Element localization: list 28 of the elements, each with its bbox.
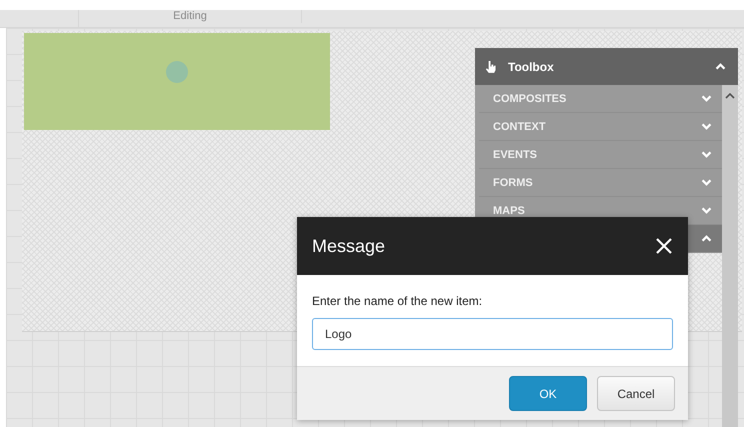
circle-icon <box>166 60 188 82</box>
cancel-button[interactable]: Cancel <box>597 376 675 411</box>
toolbox-header[interactable]: Toolbox <box>475 48 738 85</box>
toolbox-section[interactable]: FORMS <box>479 169 722 197</box>
collapse-icon[interactable] <box>701 235 712 242</box>
toolbox-section[interactable]: EVENTS <box>479 141 722 169</box>
section-label: CONTEXT <box>493 120 546 132</box>
prompt-text: Enter the name of the new item: <box>312 294 484 308</box>
expand-icon[interactable] <box>701 179 712 186</box>
ok-button[interactable]: OK <box>509 376 587 411</box>
toolbox-section[interactable]: COMPOSITES <box>479 85 722 113</box>
toolbox-section[interactable]: CONTEXT <box>479 113 722 141</box>
scroll-up-icon[interactable] <box>725 93 735 99</box>
section-label: EVENTS <box>493 148 538 160</box>
section-label: FORMS <box>493 176 533 188</box>
expand-icon[interactable] <box>701 207 712 214</box>
input-field[interactable]: Logo <box>312 318 673 350</box>
dialog-title: Message <box>312 236 386 256</box>
close-icon[interactable] <box>656 238 672 254</box>
toolbox-title: Toolbox <box>508 60 554 74</box>
collapse-icon[interactable] <box>715 63 726 70</box>
expand-icon[interactable] <box>701 123 712 130</box>
pointing-hand-icon <box>485 60 496 73</box>
section-label: COMPOSITES <box>493 92 566 104</box>
scrollbar[interactable] <box>722 85 738 427</box>
expand-icon[interactable] <box>701 151 712 158</box>
section-label: MAPS <box>493 204 525 216</box>
expand-icon[interactable] <box>701 95 712 102</box>
